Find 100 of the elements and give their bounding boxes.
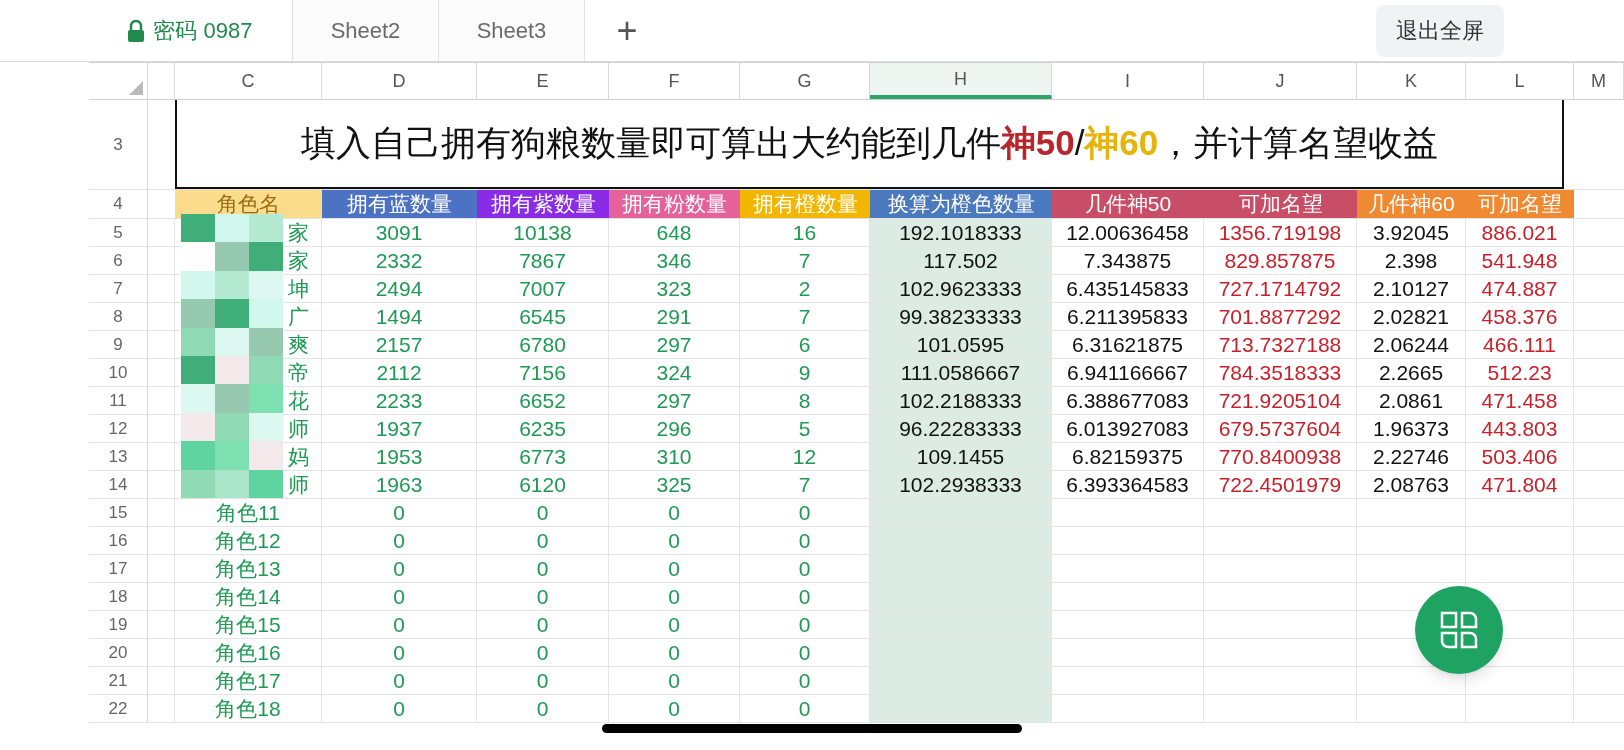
table-cell: 12.00636458 [1052,219,1204,246]
table-cell: 2.398 [1357,247,1466,274]
table-cell: 6.013927083 [1052,415,1204,442]
row-number: 21 [89,667,148,694]
table-cell: 2.08763 [1357,471,1466,498]
table-cell: 0 [322,611,477,638]
table-cell: 443.803 [1466,415,1574,442]
column-header[interactable]: C [175,63,322,99]
name-fragment: 帝 [288,359,309,386]
name-fragment: 坤 [288,275,309,302]
column-header[interactable]: F [609,63,740,99]
table-cell: 784.3518333 [1204,359,1357,386]
table-cell: 角色18 [175,695,322,722]
name-fragment: 妈 [288,443,309,470]
column-title: 角色名 [175,190,322,218]
name-fragment: 师 [288,471,309,498]
table-cell: 2.02821 [1357,303,1466,330]
table-cell: 117.502 [870,247,1052,274]
table-cell: 角色13 [175,555,322,582]
name-fragment: 爽 [288,331,309,358]
table-cell: 6.941166667 [1052,359,1204,386]
row-number: 20 [89,639,148,666]
column-header[interactable]: K [1357,63,1466,99]
table-cell: 0 [609,499,740,526]
column-header[interactable]: M [1574,63,1624,99]
table-cell: 3.92045 [1357,219,1466,246]
table-cell: 6.435145833 [1052,275,1204,302]
table-cell: 471.458 [1466,387,1574,414]
column-header[interactable]: E [477,63,609,99]
table-cell: 6.388677083 [1052,387,1204,414]
table-cell: 297 [609,331,740,358]
table-cell: 1494 [322,303,477,330]
table-cell: 722.4501979 [1204,471,1357,498]
table-cell: 0 [477,667,609,694]
table-cell: 713.7327188 [1204,331,1357,358]
column-header[interactable]: D [322,63,477,99]
table-cell: 7.343875 [1052,247,1204,274]
table-cell: 101.0595 [870,331,1052,358]
select-all-corner-icon[interactable] [129,81,143,95]
table-cell: 2.22746 [1357,443,1466,470]
table-cell: 6.211395833 [1052,303,1204,330]
table-cell: 346 [609,247,740,274]
table-cell: 96.22283333 [870,415,1052,442]
table-cell: 297 [609,387,740,414]
table-cell: 1937 [322,415,477,442]
row-number: 6 [89,247,148,274]
table-cell: 6652 [477,387,609,414]
table-cell: 0 [477,555,609,582]
table-cell: 102.2938333 [870,471,1052,498]
grid-icon [1439,610,1479,650]
row-number: 3 [89,100,148,189]
table-cell: 310 [609,443,740,470]
table-cell: 0 [322,695,477,722]
row-number: 9 [89,331,148,358]
table-cell: 10138 [477,219,609,246]
table-cell: 2.0861 [1357,387,1466,414]
table-cell: 7007 [477,275,609,302]
table-cell: 6.393364583 [1052,471,1204,498]
column-header[interactable]: H [870,63,1052,99]
row-number: 15 [89,499,148,526]
column-header[interactable]: L [1466,63,1574,99]
table-cell: 1953 [322,443,477,470]
column-header[interactable]: I [1052,63,1204,99]
table-cell: 99.38233333 [870,303,1052,330]
table-cell: 1356.719198 [1204,219,1357,246]
add-sheet-button[interactable]: + [585,0,669,61]
row-number: 17 [89,555,148,582]
table-cell: 458.376 [1466,303,1574,330]
table-cell: 829.857875 [1204,247,1357,274]
table-cell: 0 [322,527,477,554]
name-fragment: 花 [288,387,309,414]
table-cell: 102.2188333 [870,387,1052,414]
table-cell: 2.06244 [1357,331,1466,358]
row-number: 4 [89,190,148,218]
exit-fullscreen-button[interactable]: 退出全屏 [1376,4,1504,57]
table-cell: 296 [609,415,740,442]
table-cell: 6235 [477,415,609,442]
row-number: 7 [89,275,148,302]
sheet-tab[interactable]: Sheet3 [439,0,585,61]
name-fragment: 师 [288,415,309,442]
lock-icon [127,19,146,42]
table-cell: 323 [609,275,740,302]
column-title: 几件神50 [1052,190,1204,218]
column-title: 拥有粉数量 [609,190,740,218]
table-cell: 541.948 [1466,247,1574,274]
table-cell: 886.021 [1466,219,1574,246]
table-cell: 648 [609,219,740,246]
table-cell: 466.111 [1466,331,1574,358]
column-title: 拥有橙数量 [740,190,870,218]
table-cell: 770.8400938 [1204,443,1357,470]
table-cell: 324 [609,359,740,386]
table-cell: 0 [322,555,477,582]
sheet-tab[interactable]: Sheet2 [293,0,439,61]
table-cell: 0 [609,583,740,610]
table-cell: 0 [477,695,609,722]
table-cell: 角色15 [175,611,322,638]
column-title: 拥有紫数量 [477,190,609,218]
column-header[interactable]: J [1204,63,1357,99]
table-cell: 2332 [322,247,477,274]
row-number: 22 [89,695,148,722]
